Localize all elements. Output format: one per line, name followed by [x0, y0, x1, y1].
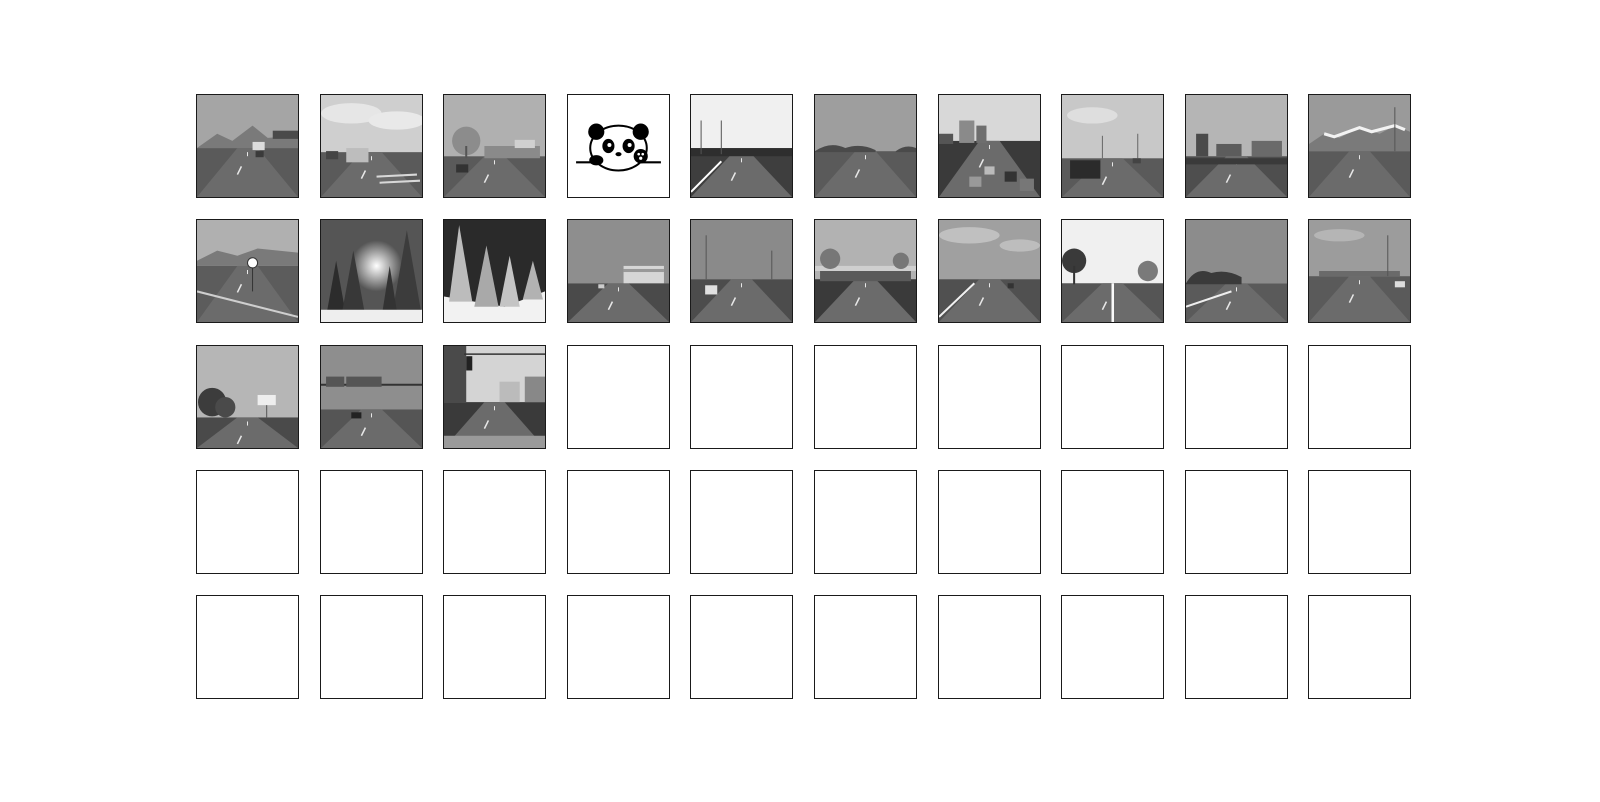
empty-grid-cell — [443, 595, 546, 699]
grid-photo — [1061, 219, 1164, 323]
empty-grid-cell — [196, 595, 299, 699]
grid-photo — [1308, 94, 1411, 198]
grid-photo — [196, 345, 299, 449]
empty-grid-cell — [814, 345, 917, 449]
empty-grid-cell — [938, 595, 1041, 699]
empty-grid-cell — [443, 470, 546, 574]
empty-grid-cell — [814, 595, 917, 699]
grid-photo — [320, 345, 423, 449]
empty-grid-cell — [1308, 345, 1411, 449]
empty-grid-cell — [1061, 345, 1164, 449]
grid-illustration — [567, 94, 670, 198]
empty-grid-cell — [567, 595, 670, 699]
grid-photo — [443, 345, 546, 449]
empty-grid-cell — [567, 345, 670, 449]
grid-photo — [1185, 94, 1288, 198]
grid-photo — [690, 94, 793, 198]
empty-grid-cell — [690, 470, 793, 574]
grid-photo — [196, 219, 299, 323]
grid-photo — [814, 94, 917, 198]
empty-grid-cell — [1308, 595, 1411, 699]
empty-grid-cell — [690, 595, 793, 699]
empty-grid-cell — [196, 470, 299, 574]
grid-photo — [443, 219, 546, 323]
empty-grid-cell — [320, 595, 423, 699]
empty-grid-cell — [1185, 470, 1288, 574]
grid-photo — [938, 94, 1041, 198]
grid-photo — [196, 94, 299, 198]
empty-grid-cell — [1308, 470, 1411, 574]
empty-grid-cell — [1185, 345, 1288, 449]
empty-grid-cell — [1061, 470, 1164, 574]
empty-grid-cell — [320, 470, 423, 574]
grid-photo — [1308, 219, 1411, 323]
grid-photo — [690, 219, 793, 323]
grid-photo — [938, 219, 1041, 323]
empty-grid-cell — [1061, 595, 1164, 699]
empty-grid-cell — [567, 470, 670, 574]
grid-photo — [443, 94, 546, 198]
grid-photo — [320, 219, 423, 323]
grid-photo — [320, 94, 423, 198]
image-grid — [0, 0, 1600, 802]
empty-grid-cell — [690, 345, 793, 449]
empty-grid-cell — [938, 470, 1041, 574]
empty-grid-cell — [1185, 595, 1288, 699]
empty-grid-cell — [814, 470, 917, 574]
empty-grid-cell — [938, 345, 1041, 449]
grid-photo — [814, 219, 917, 323]
grid-photo — [567, 219, 670, 323]
grid-photo — [1185, 219, 1288, 323]
grid-photo — [1061, 94, 1164, 198]
